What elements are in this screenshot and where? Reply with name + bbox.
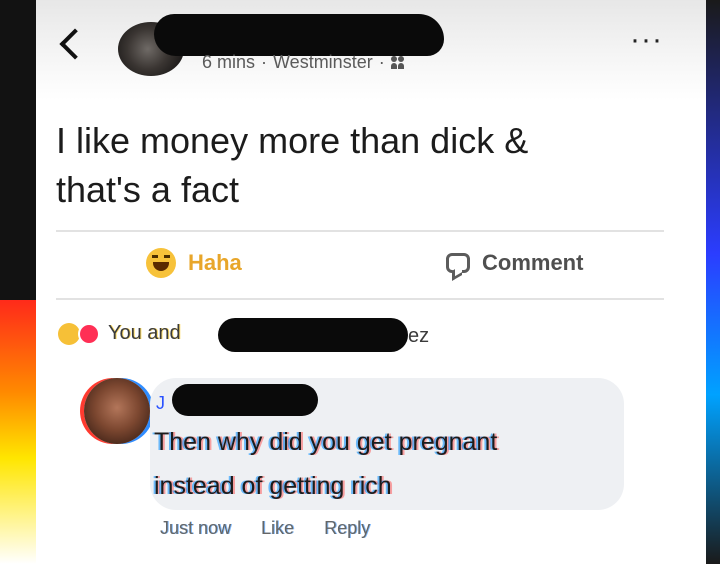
- post-text: I like money more than dick & that's a f…: [56, 116, 656, 214]
- haha-reaction-button[interactable]: Haha: [146, 248, 242, 278]
- reactions-suffix: ez: [408, 325, 430, 347]
- glitch-edge-left: [0, 300, 40, 564]
- comment-label: Comment: [482, 250, 584, 275]
- commenter-avatar[interactable]: [84, 378, 150, 444]
- redacted-poster-name: [154, 14, 444, 56]
- post-text-line: I like money more than dick &: [56, 120, 529, 161]
- back-arrow-icon[interactable]: [59, 28, 91, 60]
- post-time[interactable]: 6 mins: [202, 52, 255, 73]
- post-header: 6 mins · Westminster · ···: [36, 0, 706, 100]
- reactions-summary[interactable]: You and: [58, 322, 181, 345]
- comment-button[interactable]: Comment: [446, 250, 583, 276]
- redacted-reactor-name: [218, 318, 408, 352]
- comment-text-line: instead of getting rich: [154, 472, 392, 500]
- meta-separator: ·: [378, 52, 385, 72]
- friends-icon: [390, 55, 405, 70]
- divider: [56, 230, 664, 232]
- post-location[interactable]: Westminster: [273, 52, 373, 73]
- comment-actions: Just now Like Reply: [160, 518, 370, 539]
- commenter-name[interactable]: J: [156, 393, 165, 414]
- haha-label: Haha: [188, 250, 242, 275]
- comment-reply-button[interactable]: Reply: [324, 518, 370, 539]
- post-text-line: that's a fact: [56, 169, 239, 210]
- haha-icon: [146, 248, 176, 278]
- redacted-commenter-name: [172, 384, 318, 416]
- comment-icon: [446, 253, 470, 273]
- love-reaction-icon: [78, 322, 100, 345]
- post-card: 6 mins · Westminster · ··· I like money …: [36, 0, 706, 564]
- comment-time[interactable]: Just now: [160, 518, 231, 539]
- meta-separator: ·: [261, 52, 268, 72]
- more-options-icon[interactable]: ···: [630, 25, 663, 55]
- haha-reaction-icon: [58, 322, 80, 345]
- comment-text-line: Then why did you get pregnant: [154, 428, 498, 456]
- comment-text: Then why did you get pregnant instead of…: [154, 420, 614, 508]
- reactions-text: You and: [108, 322, 181, 344]
- divider: [56, 298, 664, 300]
- post-meta: 6 mins · Westminster ·: [202, 52, 405, 73]
- comment-like-button[interactable]: Like: [261, 518, 294, 539]
